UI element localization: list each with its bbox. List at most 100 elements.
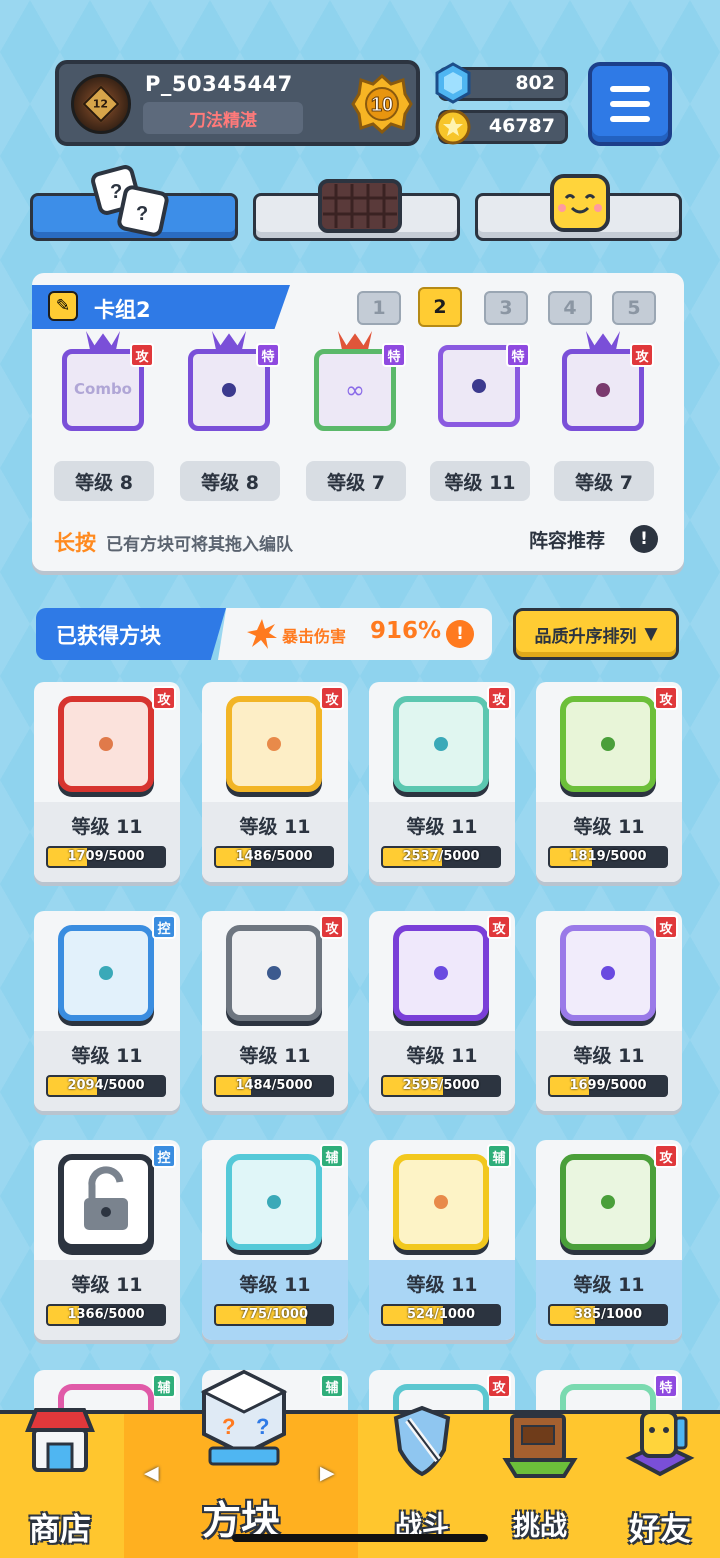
rank-badge-icon[interactable]: 10 <box>351 74 413 134</box>
deck-card-4[interactable]: 特 <box>424 331 534 441</box>
profile-panel[interactable]: 12 P_50345447 刀法精湛 10 <box>55 60 420 146</box>
block-level: 等级 11 <box>573 816 645 838</box>
type-tag: 攻 <box>654 915 678 939</box>
type-tag: 攻 <box>654 1144 678 1168</box>
block-card[interactable]: 攻等级 11 2537/5000 <box>369 682 515 882</box>
block-card[interactable]: 攻等级 11 1486/5000 <box>202 682 348 882</box>
center-dot <box>267 966 281 980</box>
gem-count: 802 <box>515 72 555 94</box>
crit-label: 暴击伤害 <box>282 627 347 646</box>
type-tag: 特 <box>382 343 406 367</box>
crit-value: 916% <box>370 618 442 644</box>
nav-friends[interactable]: 好友 <box>600 1410 720 1558</box>
block-card[interactable]: 攻等级 11 2595/5000 <box>369 911 515 1111</box>
deck-card-1[interactable]: Combo 攻 <box>48 331 158 441</box>
avatar-level: 12 <box>93 97 109 111</box>
avatar-level-badge: 12 <box>82 85 120 123</box>
nav-shop[interactable]: 商店 <box>0 1408 120 1558</box>
center-dot <box>434 966 448 980</box>
block-card[interactable]: 辅等级 11 524/1000 <box>369 1140 515 1340</box>
deck-slot-4[interactable]: 4 <box>548 291 592 325</box>
deck-slot-5[interactable]: 5 <box>612 291 656 325</box>
menu-line-icon <box>610 86 650 92</box>
deck-card-2[interactable]: 特 <box>174 331 284 441</box>
menu-line-icon <box>610 101 650 107</box>
block-card[interactable]: 辅等级 11 775/1000 <box>202 1140 348 1340</box>
hint-highlight: 长按 <box>54 531 96 555</box>
info-icon[interactable]: ! <box>630 525 658 553</box>
block-icon <box>226 696 322 792</box>
nav-label: 挑战 <box>513 1511 567 1542</box>
block-card[interactable]: 攻等级 11 1709/5000 <box>34 682 180 882</box>
type-tag: 辅 <box>320 1144 344 1168</box>
block-level: 等级 11 <box>239 1045 311 1067</box>
challenge-icon <box>502 1414 578 1478</box>
main-menu-button[interactable] <box>588 62 672 146</box>
type-tag: 特 <box>256 343 280 367</box>
deck-card-level: 等级 11 <box>430 461 530 501</box>
smiley-block-icon <box>550 174 610 232</box>
block-icon <box>393 925 489 1021</box>
progress-text: 1819/5000 <box>569 849 647 864</box>
owned-blocks-header: 已获得方块 暴击伤害 916% ! <box>36 608 492 660</box>
arrow-left-icon[interactable]: ◀ <box>144 1462 159 1484</box>
nav-challenge[interactable]: 挑战 <box>480 1414 600 1558</box>
edit-deck-button[interactable]: ✎ <box>48 291 78 321</box>
block-icon <box>393 696 489 792</box>
block-card[interactable]: 攻等级 11 385/1000 <box>536 1140 682 1340</box>
progress-text: 2537/5000 <box>402 849 480 864</box>
block-card[interactable]: 控等级 11 1366/5000 <box>34 1140 180 1340</box>
deck-name: 卡组2 <box>94 298 151 322</box>
deck-card-3[interactable]: ∞ 特 <box>300 331 410 441</box>
dice-icon: ? ? <box>91 165 169 237</box>
sort-button[interactable]: 品质升序排列 ▼ <box>513 608 679 660</box>
progress-text: 524/1000 <box>406 1307 476 1322</box>
owned-title: 已获得方块 <box>56 624 161 648</box>
block-card[interactable]: 攻等级 11 1819/5000 <box>536 682 682 882</box>
center-dot <box>472 379 486 393</box>
type-tag: 攻 <box>630 343 654 367</box>
type-tag: 攻 <box>654 686 678 710</box>
block-icon <box>226 925 322 1021</box>
svg-text:?: ? <box>136 203 148 225</box>
arrow-right-icon[interactable]: ▶ <box>320 1462 335 1484</box>
progress-text: 385/1000 <box>573 1307 643 1322</box>
chocolate-board-icon <box>318 179 402 233</box>
dice-box-icon: ? ? <box>200 1369 288 1466</box>
padlock-icon <box>84 1166 128 1230</box>
block-icon <box>58 925 154 1021</box>
deck-slot-2[interactable]: 2 <box>418 287 462 327</box>
deck-slot-1[interactable]: 1 <box>357 291 401 325</box>
block-level: 等级 11 <box>71 1274 143 1296</box>
center-dot <box>596 383 610 397</box>
block-card[interactable]: 攻等级 11 1699/5000 <box>536 911 682 1111</box>
lineup-recommend-button[interactable]: 阵容推荐 <box>529 526 605 553</box>
block-level: 等级 11 <box>71 816 143 838</box>
progress-text: 775/1000 <box>239 1307 309 1322</box>
progress-text: 2094/5000 <box>67 1078 145 1093</box>
crit-info-icon[interactable]: ! <box>446 620 474 648</box>
type-tag: 攻 <box>320 915 344 939</box>
hint-text: 已有方块可将其拖入编队 <box>106 535 293 555</box>
deck-slot-3[interactable]: 3 <box>484 291 528 325</box>
deck-card-level: 等级 8 <box>54 461 154 501</box>
type-tag: 攻 <box>487 686 511 710</box>
type-tag: 攻 <box>487 915 511 939</box>
deck-card-5[interactable]: 攻 <box>548 331 658 441</box>
upgrade-progress-bar: 385/1000 <box>548 1304 668 1326</box>
deck-card-level: 等级 7 <box>554 461 654 501</box>
center-dot <box>434 737 448 751</box>
block-level: 等级 11 <box>71 1045 143 1067</box>
svg-text:?: ? <box>110 181 122 203</box>
friends-icon <box>625 1410 695 1477</box>
progress-text: 1486/5000 <box>235 849 313 864</box>
battle-icon <box>393 1405 451 1477</box>
center-dot <box>434 1195 448 1209</box>
avatar[interactable]: 12 <box>71 74 131 134</box>
block-card[interactable]: 控等级 11 2094/5000 <box>34 911 180 1111</box>
upgrade-progress-bar: 2094/5000 <box>46 1075 166 1097</box>
infinity-icon: ∞ <box>345 376 365 404</box>
upgrade-progress-bar: 1819/5000 <box>548 846 668 868</box>
block-card[interactable]: 攻等级 11 1484/5000 <box>202 911 348 1111</box>
type-tag: 辅 <box>487 1144 511 1168</box>
